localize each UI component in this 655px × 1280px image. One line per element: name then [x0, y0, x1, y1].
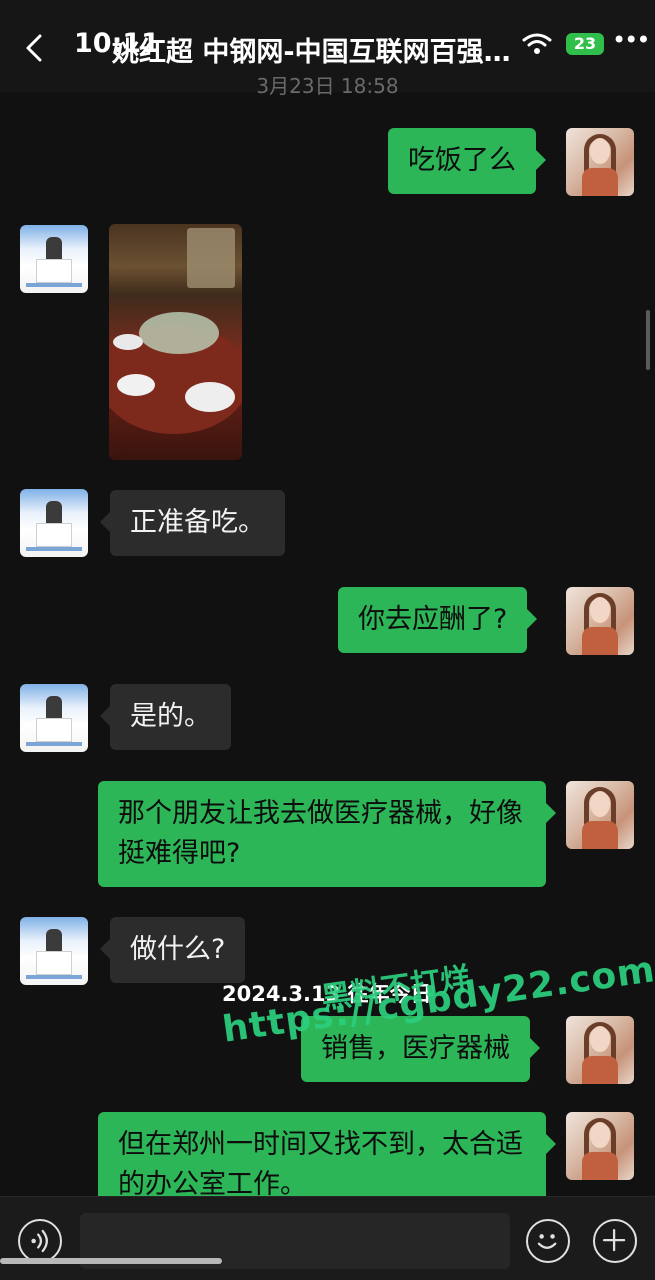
- chat-screen: 10:11 姚红超 中钢网-中国互联网百强… 23 ••• 3月23日 18:5…: [0, 0, 655, 1280]
- back-arrow-icon[interactable]: [18, 30, 54, 66]
- contact-avatar[interactable]: [20, 489, 88, 557]
- voice-icon[interactable]: [18, 1219, 62, 1263]
- message-bubble-outgoing[interactable]: 你去应酬了?: [338, 587, 538, 653]
- message-bubble-incoming[interactable]: 是的。: [100, 684, 231, 750]
- emoji-icon[interactable]: [526, 1219, 570, 1263]
- message-bubble-outgoing[interactable]: 吃饭了么: [388, 128, 546, 194]
- home-indicator: [0, 1258, 222, 1264]
- message-bubble-incoming[interactable]: 做什么?: [99, 917, 246, 983]
- wifi-icon: [522, 33, 552, 54]
- my-avatar[interactable]: [566, 128, 634, 196]
- message-bubble-outgoing[interactable]: 那个朋友让我去做医疗器械，好像挺难得吧?: [98, 781, 556, 887]
- message-timestamp: 3月23日 18:58: [256, 74, 399, 98]
- scrollbar[interactable]: [646, 310, 650, 370]
- image-message-banquet[interactable]: [109, 224, 242, 460]
- contact-avatar[interactable]: [20, 684, 88, 752]
- message-bubble-incoming[interactable]: 正准备吃。: [100, 490, 285, 556]
- chat-title[interactable]: 姚红超 中钢网-中国互联网百强…: [112, 30, 532, 69]
- battery-indicator: 23: [566, 33, 604, 55]
- my-avatar[interactable]: [566, 1016, 634, 1084]
- more-options-icon[interactable]: •••: [612, 26, 650, 54]
- my-avatar[interactable]: [566, 587, 634, 655]
- contact-avatar[interactable]: [20, 225, 88, 293]
- plus-icon[interactable]: [593, 1219, 637, 1263]
- contact-avatar[interactable]: [20, 917, 88, 985]
- my-avatar[interactable]: [566, 1112, 634, 1180]
- my-avatar[interactable]: [566, 781, 634, 849]
- input-toolbar: [0, 1196, 655, 1280]
